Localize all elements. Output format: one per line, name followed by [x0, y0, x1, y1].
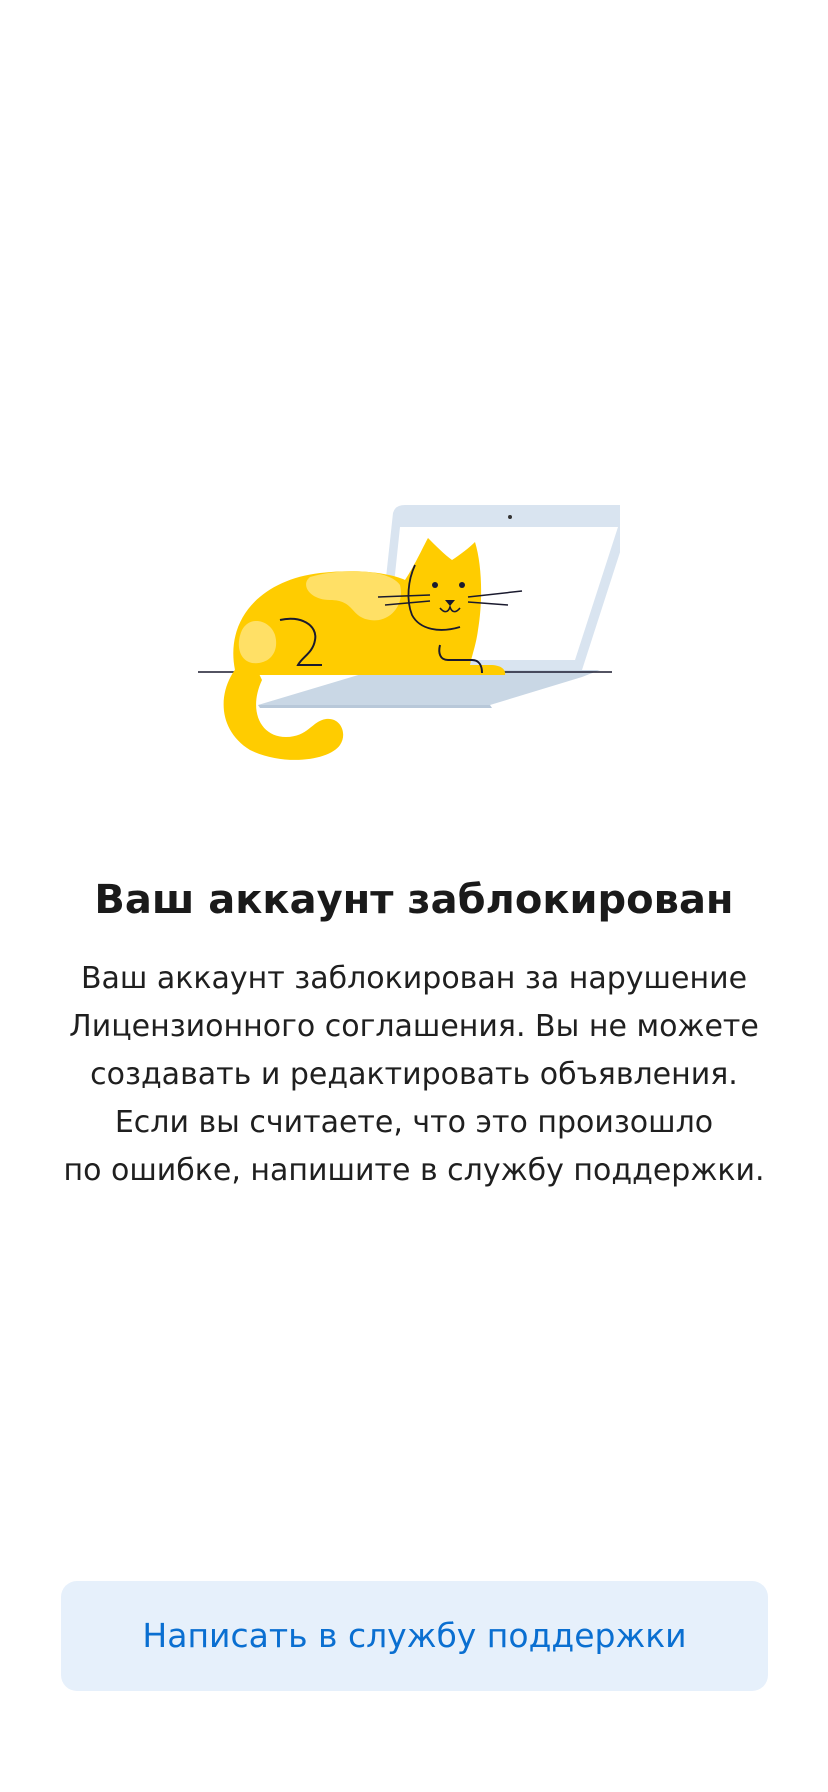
message-line: по ошибке, напишите в службу поддержки.	[63, 1153, 765, 1188]
message-line: Лицензионного соглашения. Вы не можете	[69, 1009, 759, 1044]
message-line: Ваш аккаунт заблокирован за нарушение	[80, 961, 748, 996]
page-title: Ваш аккаунт заблокирован	[94, 877, 734, 923]
cat-on-laptop-illustration	[190, 505, 620, 765]
contact-support-button[interactable]: Написать в службу поддержки	[61, 1581, 768, 1691]
blocked-message: Ваш аккаунт заблокирован за нарушение Ли…	[50, 955, 778, 1195]
message-line: создавать и редактировать объявления.	[90, 1057, 738, 1092]
cat-laptop-icon	[198, 505, 620, 760]
message-line: Если вы считаете, что это произошло	[114, 1105, 714, 1140]
